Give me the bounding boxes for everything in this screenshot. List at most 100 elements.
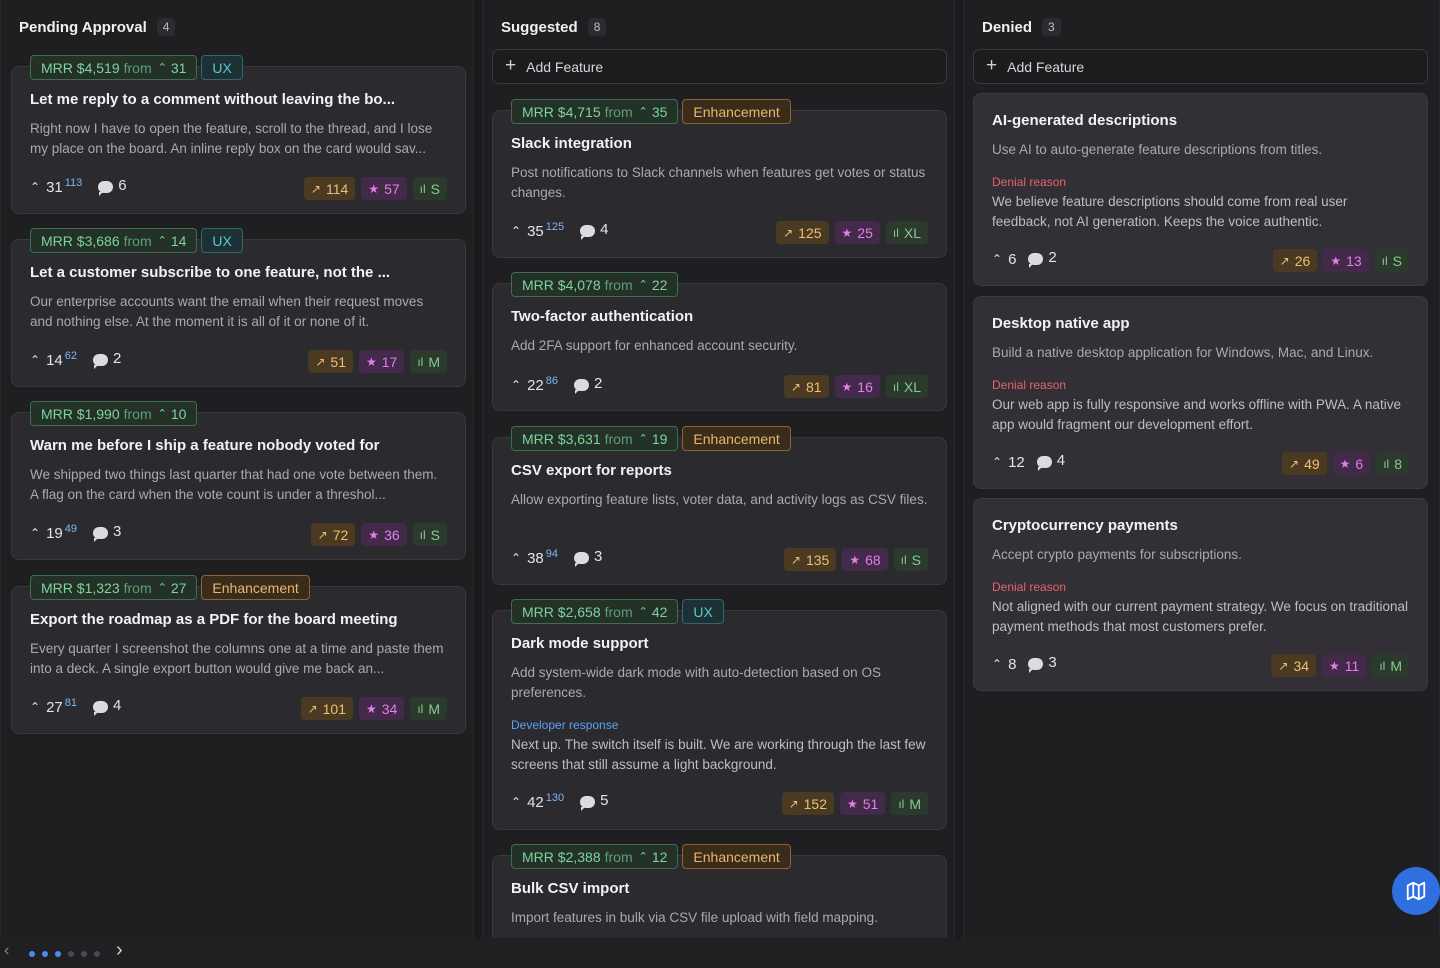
chevron-up-icon: ⌃	[638, 851, 648, 863]
column-count: 3	[1042, 18, 1061, 36]
feature-card[interactable]: AI-generated descriptions Use AI to auto…	[973, 93, 1428, 286]
comment-icon	[93, 700, 108, 716]
feature-card[interactable]: MRR $1,323 from ⌃ 27 Enhancement Export the…	[11, 575, 466, 734]
card-title: Dark mode support	[511, 635, 649, 652]
star-icon: ★	[1339, 456, 1351, 471]
chevron-up-icon[interactable]: ⌃	[992, 455, 1002, 469]
trending-up-icon: ↗	[1278, 658, 1289, 673]
chevron-up-icon: ⌃	[157, 235, 167, 247]
chevron-right-icon[interactable]: ›	[116, 939, 123, 962]
chevron-up-icon: ⌃	[157, 408, 167, 420]
star-badge: ★ 17	[358, 350, 405, 373]
feature-card[interactable]: MRR $4,519 from ⌃ 31 UX Let me reply to a c…	[11, 55, 466, 214]
feature-card[interactable]: Cryptocurrency payments Accept crypto pa…	[973, 498, 1428, 691]
chevron-up-icon[interactable]: ⌃	[30, 526, 40, 540]
page-dot[interactable]	[55, 951, 61, 957]
star-badge: ★ 51	[839, 792, 886, 815]
star-icon: ★	[365, 701, 377, 716]
page-dot[interactable]	[81, 951, 87, 957]
vote-weight: 62	[64, 349, 77, 362]
chevron-up-icon[interactable]: ⌃	[511, 551, 521, 565]
star-badge: ★ 13	[1323, 249, 1369, 272]
chevron-up-icon[interactable]: ⌃	[30, 353, 40, 367]
developer-response-label: Developer response	[511, 718, 619, 732]
star-icon: ★	[846, 796, 858, 811]
trend-badge: ↗ 72	[310, 523, 356, 546]
comment-icon	[98, 180, 114, 196]
chevron-up-icon: ⌃	[638, 279, 648, 291]
feature-card[interactable]: MRR $4,078 from ⌃ 22 Two-factor authenticat…	[492, 272, 947, 411]
add-feature-button[interactable]: + Add Feature	[492, 49, 947, 84]
bar-chart-icon: ıl	[1379, 658, 1386, 673]
comment-count: 4	[600, 221, 609, 238]
star-icon: ★	[365, 354, 377, 369]
card-title: Warn me before I ship a feature nobody v…	[30, 437, 380, 454]
comment-count: 3	[113, 523, 122, 540]
denial-reason-label: Denial reason	[992, 378, 1067, 392]
page-dot[interactable]	[42, 951, 48, 957]
denial-reason-text: Not aligned with our current payment str…	[992, 599, 1408, 634]
page-dot[interactable]	[94, 951, 100, 957]
mrr-tag: MRR $2,388 from ⌃ 12	[511, 844, 679, 869]
trending-up-icon: ↗	[307, 701, 318, 716]
feature-card[interactable]: Desktop native app Build a native deskto…	[973, 296, 1428, 489]
comment-icon	[1036, 455, 1052, 471]
vote-count: 8	[1008, 655, 1017, 673]
mrr-tag: MRR $4,078 from ⌃ 22	[511, 272, 679, 297]
chevron-up-icon: ⌃	[638, 433, 648, 445]
card-title: Cryptocurrency payments	[992, 517, 1178, 534]
feature-card[interactable]: MRR $2,388 from ⌃ 12 Enhancement Bulk CSV i…	[492, 844, 947, 938]
column-header: Pending Approval 4	[19, 18, 176, 36]
chevron-up-icon[interactable]: ⌃	[511, 378, 521, 392]
star-icon: ★	[841, 379, 853, 394]
star-icon: ★	[368, 527, 380, 542]
chevron-up-icon[interactable]: ⌃	[511, 224, 521, 238]
trend-badge: ↗ 125	[776, 221, 829, 244]
card-title: Bulk CSV import	[511, 880, 630, 897]
mrr-tag: MRR $1,990 from ⌃ 10	[30, 401, 198, 426]
comment-icon	[1028, 252, 1044, 268]
star-badge: ★ 57	[361, 177, 407, 200]
card-description: Allow exporting feature lists, voter dat…	[511, 492, 928, 507]
feature-card[interactable]: MRR $3,631 from ⌃ 19 Enhancement CSV export…	[492, 426, 947, 585]
category-tag: UX	[682, 599, 724, 624]
comment-count: 4	[113, 697, 122, 714]
size-badge: ıl M	[1372, 654, 1409, 677]
add-feature-button[interactable]: + Add Feature	[973, 49, 1428, 84]
vote-weight: 86	[545, 374, 558, 387]
feature-card[interactable]: MRR $1,990 from ⌃ 10 Warn me before I ship …	[11, 401, 466, 560]
feature-card[interactable]: MRR $4,715 from ⌃ 35 Enhancement Slack inte…	[492, 99, 947, 258]
chevron-up-icon[interactable]: ⌃	[511, 795, 521, 809]
vote-weight: 130	[545, 791, 565, 804]
denial-reason-label: Denial reason	[992, 580, 1067, 594]
trend-badge: ↗ 81	[783, 375, 829, 398]
chevron-left-icon[interactable]: ‹	[4, 942, 9, 960]
comment-count: 3	[1048, 654, 1057, 671]
card-description: Our enterprise accounts want the email w…	[30, 294, 424, 329]
size-badge: ıl M	[410, 350, 447, 373]
map-icon	[1406, 881, 1426, 901]
comment-count: 6	[118, 177, 127, 194]
card-description: Use AI to auto-generate feature descript…	[992, 142, 1323, 157]
vote-weight: 125	[545, 220, 565, 233]
card-description: Import features in bulk via CSV file upl…	[511, 910, 878, 925]
card-title: AI-generated descriptions	[992, 112, 1178, 129]
roadmap-fab[interactable]	[1392, 867, 1440, 915]
card-description: Post notifications to Slack channels whe…	[511, 165, 926, 200]
feature-card[interactable]: MRR $2,658 from ⌃ 42 UX Dark mode support A…	[492, 599, 947, 830]
trending-up-icon: ↗	[788, 796, 799, 811]
card-description: Accept crypto payments for subscriptions…	[992, 547, 1242, 562]
chevron-up-icon[interactable]: ⌃	[992, 252, 1002, 266]
page-dot[interactable]	[29, 951, 35, 957]
feature-card[interactable]: MRR $3,686 from ⌃ 14 UX Let a customer subs…	[11, 228, 466, 387]
vote-count: 38	[527, 549, 544, 567]
category-tag: UX	[201, 55, 243, 80]
chevron-up-icon[interactable]: ⌃	[30, 700, 40, 714]
comment-count: 4	[1056, 452, 1066, 469]
chevron-up-icon[interactable]: ⌃	[992, 657, 1002, 671]
page-dot[interactable]	[68, 951, 74, 957]
column-denied: Denied 3 + Add Feature AI-generated desc…	[963, 0, 1440, 938]
chevron-up-icon: ⌃	[638, 106, 648, 118]
comment-icon	[580, 795, 596, 811]
chevron-up-icon[interactable]: ⌃	[30, 180, 40, 194]
